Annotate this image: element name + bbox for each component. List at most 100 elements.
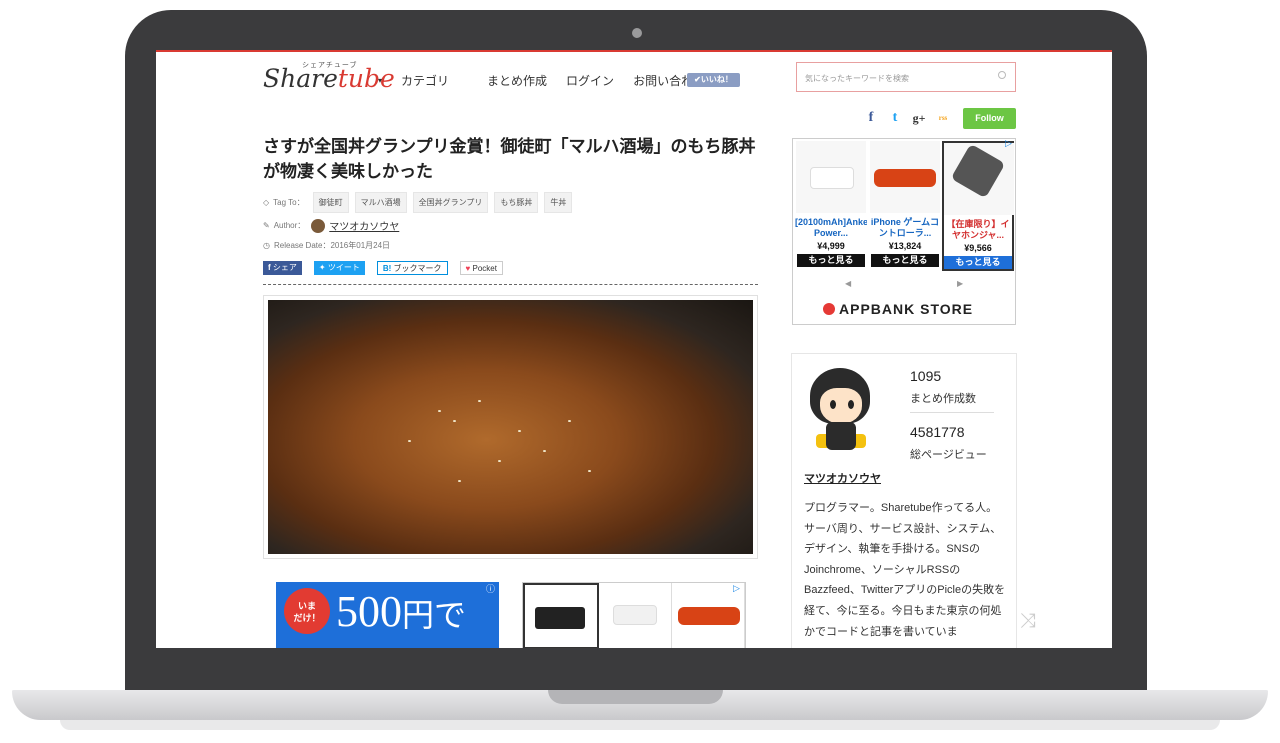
product-name: 【在庫限り】イヤホンジャ... [946,219,1010,240]
sesame-detail [568,420,571,422]
clock-icon: ◷ [263,241,270,250]
product-price: ¥4,999 [817,241,845,251]
store-logo[interactable]: APPBANK STORE [823,301,973,317]
laptop-shadow [60,720,1220,730]
search-input[interactable]: 気になったキーワードを検索 [796,62,1016,92]
next-arrow-icon[interactable]: ▶ [957,279,963,288]
author-avatar [311,218,326,233]
tag-item[interactable]: 牛丼 [544,192,573,213]
product-ad-cell[interactable] [523,583,599,648]
more-button[interactable]: もっと見る [944,256,1012,269]
tag-item[interactable]: 御徒町 [312,192,349,213]
product-ad-cell[interactable] [599,583,672,648]
follow-button[interactable]: Follow [963,108,1016,129]
apple-icon [823,303,835,315]
share-buttons: f シェア ✦ ツイート B! ブックマーク ♥ Pocket [263,261,503,275]
google-plus-icon[interactable]: g+ [911,110,927,126]
matome-count: 1095 [910,368,942,384]
product-name: iPhone ゲームコントローラ... [870,217,940,238]
profile-name-link[interactable]: マツオカソウヤ [804,470,881,486]
nav-item-login[interactable]: ログイン [566,72,614,89]
tag-row: ◇ Tag To： 御徒町 マルハ酒場 全国丼グランプリ もち豚丼 牛丼 [263,192,578,213]
author-avatar-large[interactable] [802,364,878,464]
twitter-icon[interactable]: t [887,110,903,126]
sesame-detail [588,470,591,472]
rss-icon[interactable]: rss [935,110,951,126]
shuffle-icon[interactable]: ⤨ [1020,608,1036,632]
sesame-detail [498,460,501,462]
banner-ad-number: 500 [336,587,402,636]
ad-product[interactable]: 【在庫限り】イヤホンジャ... ¥9,566 もっと見る [942,141,1014,271]
pork-bowl-image [268,300,753,554]
share-label: ツイート [327,263,360,272]
tag-item[interactable]: もち豚丼 [494,192,539,213]
share-label: Pocket [472,264,497,273]
battery-image [535,607,585,629]
sesame-detail [453,420,456,422]
product-price: ¥9,566 [964,243,992,253]
avatar-face [820,388,862,424]
laptop-notch [548,690,723,704]
more-button[interactable]: もっと見る [797,254,865,267]
nav-label: カテゴリ [401,74,450,88]
profile-bio: プログラマー。Sharetube作ってる人。サーバ周り、サービス設計、システム、… [804,502,1006,638]
sesame-detail [478,400,481,402]
avatar-eye [848,400,854,409]
nav-item-create[interactable]: まとめ作成 [487,72,547,89]
adchoices-icon[interactable]: ▷ [733,584,740,594]
banner-ad[interactable]: いま だけ！ 500円で ⓘ [276,582,499,648]
adchoices-icon[interactable]: ⓘ [486,582,495,595]
author-link[interactable]: マツオカソウヤ [329,218,399,233]
ad-product[interactable]: iPhone ゲームコントローラ... ¥13,824 もっと見る [869,141,941,271]
adchoices-icon[interactable]: ▷ [1005,139,1012,149]
caret-down-icon: ▾ [378,76,383,85]
ad-product[interactable]: [20100mAh]Anker Power... ¥4,999 もっと見る [795,141,867,271]
release-row: ◷ Release Date：2016年01月24日 [263,240,390,251]
nav-item-category[interactable]: ▾ カテゴリ [378,72,468,89]
controller-image [678,607,740,625]
pocket-button[interactable]: ♥ Pocket [459,261,503,275]
sesame-detail [518,430,521,432]
facebook-icon[interactable]: f [863,110,879,126]
sesame-detail [458,480,461,482]
browser-screen: シェアチューブ Sharetube ▾ カテゴリ まとめ作成 ログイン お問い合わ… [156,50,1112,648]
sesame-detail [543,450,546,452]
store-name: APPBANK STORE [839,301,974,317]
battery-shape [810,167,854,189]
tag-item[interactable]: マルハ酒場 [354,192,407,213]
main-nav: ▾ カテゴリ まとめ作成 ログイン お問い合わせ [378,72,724,89]
banner-ad-text: 500円で [336,586,466,637]
matome-count-label: まとめ作成数 [910,393,976,405]
logo-text: Share [263,64,338,93]
divider [263,284,758,285]
controller-shape [874,169,936,187]
tag-item[interactable]: 全国丼グランプリ [412,192,489,213]
avatar-eye [830,400,836,409]
product-name: [20100mAh]Anker Power... [795,217,867,238]
battery-image [613,605,657,625]
banner-ad-suffix: 円で [402,597,467,633]
search-icon[interactable] [998,71,1006,79]
avatar-body [826,422,856,450]
share-label: シェア [272,263,297,272]
product-image [944,143,1014,215]
prev-arrow-icon[interactable]: ◀ [845,279,851,288]
appbank-ad: [20100mAh]Anker Power... ¥4,999 もっと見る iP… [792,138,1016,325]
earphone-device-shape [950,143,1006,199]
site-logo[interactable]: Sharetube [263,64,395,93]
pencil-icon: ✎ [263,221,270,230]
sesame-detail [438,410,441,412]
share-label: ブックマーク [393,264,442,273]
facebook-share-button[interactable]: f シェア [263,261,302,275]
tweet-button[interactable]: ✦ ツイート [313,261,365,275]
author-label: Author： [273,221,306,230]
more-button[interactable]: もっと見る [871,254,939,267]
pageview-label: 総ページビュー [910,449,987,461]
product-image [870,141,940,213]
product-ad-strip[interactable]: ▷ [522,582,746,648]
hatena-bookmark-button[interactable]: B! ブックマーク [376,261,448,275]
laptop-mockup: シェアチューブ Sharetube ▾ カテゴリ まとめ作成 ログイン お問い合わ… [0,0,1280,743]
like-button[interactable]: ✔いいね！ [687,73,740,87]
product-image [796,141,866,213]
tag-label: Tag To： [273,198,305,207]
